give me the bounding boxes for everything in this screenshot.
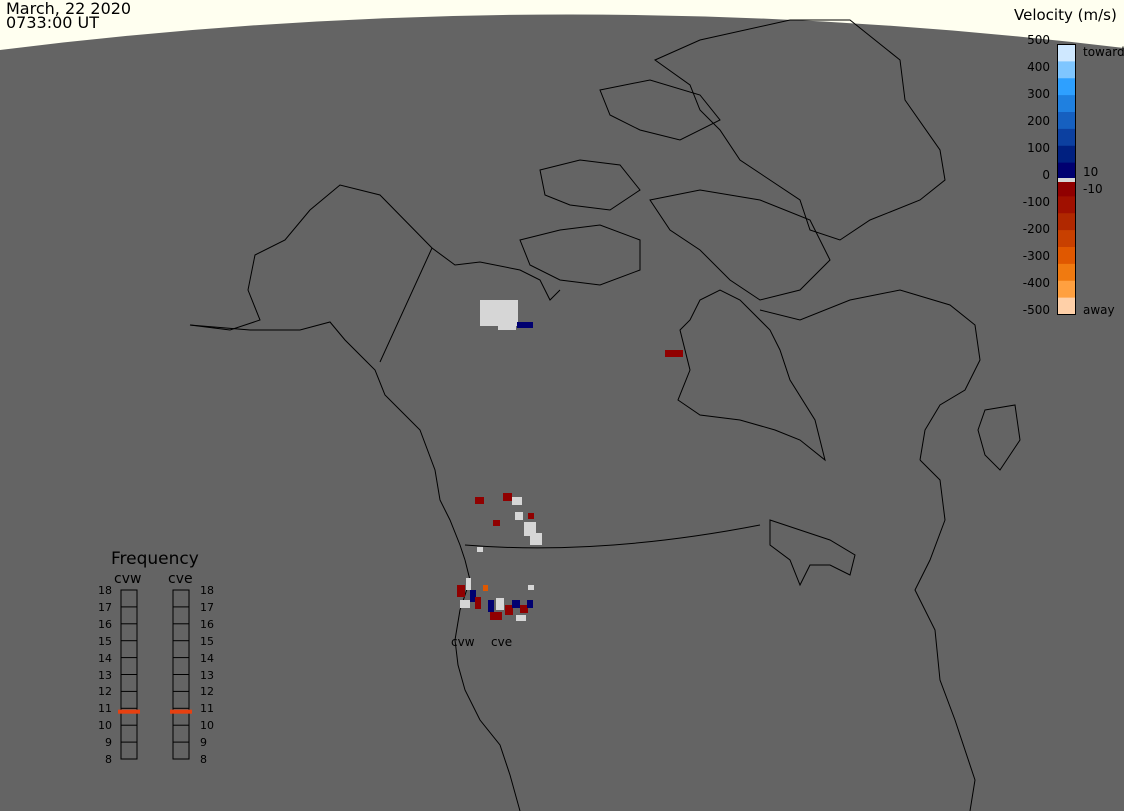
- scatter-cell: [516, 615, 526, 621]
- scatter-cell: [475, 597, 481, 609]
- frequency-tick: 9: [105, 736, 112, 750]
- scatter-cell: [517, 322, 533, 328]
- frequency-tick: 8: [105, 753, 112, 766]
- frequency-tick: 9: [200, 736, 207, 750]
- scatter-cell: [496, 598, 504, 610]
- colorbar-segment: [1057, 95, 1076, 113]
- velocity-tick: -400: [1022, 276, 1050, 290]
- colorbar-segment: [1057, 179, 1076, 197]
- colorbar-segment: [1057, 112, 1076, 130]
- colorbar-segment: [1057, 61, 1076, 79]
- scatter-cell: [527, 600, 533, 608]
- scatter-cell: [490, 612, 502, 620]
- velocity-tick-plus10: 10: [1083, 165, 1099, 179]
- scatter-cell: [515, 512, 523, 520]
- scatter-cell: [665, 350, 683, 357]
- scatter-cell: [520, 605, 528, 613]
- scatter-cell: [480, 300, 518, 326]
- scatter-cell: [528, 513, 534, 519]
- scatter-cell: [457, 585, 465, 597]
- frequency-tick: 18: [98, 584, 112, 597]
- frequency-tick: 17: [98, 600, 112, 614]
- colorbar-zero-band: [1057, 178, 1076, 182]
- scatter-cell: [503, 493, 512, 501]
- scatter-cell: [528, 585, 534, 590]
- colorbar-segment: [1057, 162, 1076, 180]
- frequency-tick: 16: [98, 617, 112, 631]
- scatter-cell: [477, 547, 483, 552]
- colorbar-segment: [1057, 196, 1076, 214]
- colorbar-segment: [1057, 44, 1076, 62]
- colorbar-segment: [1057, 213, 1076, 231]
- scatter-cell: [530, 533, 542, 545]
- frequency-tick: 10: [98, 719, 112, 733]
- velocity-tick: 100: [1027, 141, 1050, 155]
- colorbar-segment: [1057, 230, 1076, 248]
- velocity-tick: -200: [1022, 222, 1050, 236]
- velocity-tick: 0: [1042, 168, 1050, 182]
- frequency-marker: [118, 709, 140, 714]
- velocity-tick: 200: [1027, 114, 1050, 128]
- frequency-tick: 13: [98, 668, 112, 682]
- velocity-tick: 400: [1027, 60, 1050, 74]
- scatter-cell: [493, 520, 500, 526]
- frequency-tick: 12: [200, 685, 214, 699]
- velocity-toward-label: toward: [1083, 45, 1124, 59]
- velocity-colorbar: [1057, 44, 1076, 315]
- frequency-tick: 10: [200, 719, 214, 733]
- frequency-tick: 17: [200, 600, 214, 614]
- velocity-away-label: away: [1083, 303, 1115, 317]
- frequency-tick: 12: [98, 685, 112, 699]
- scatter-cell: [466, 578, 471, 590]
- velocity-tick: -300: [1022, 249, 1050, 263]
- scatter-cell: [512, 600, 520, 608]
- frequency-tick: 8: [200, 753, 207, 766]
- colorbar-segment: [1057, 145, 1076, 164]
- frequency-tick: 14: [200, 651, 214, 665]
- velocity-tick: -100: [1022, 195, 1050, 209]
- frequency-tick: 15: [98, 634, 112, 648]
- velocity-tick-minus10: -10: [1083, 182, 1103, 196]
- frequency-bars: [118, 589, 192, 760]
- frequency-tick: 14: [98, 651, 112, 665]
- colorbar-segment: [1057, 280, 1076, 299]
- colorbar-segment: [1057, 297, 1076, 315]
- scatter-cell: [488, 600, 494, 612]
- site-label-cve: cve: [491, 635, 513, 649]
- colorbar-segment: [1057, 263, 1076, 282]
- frequency-tick: 15: [200, 634, 214, 648]
- scatter-cell: [505, 605, 513, 615]
- scatter-cell: [512, 497, 522, 505]
- scatter-cell: [460, 600, 470, 608]
- velocity-tick: 300: [1027, 87, 1050, 101]
- colorbar-segment: [1057, 78, 1076, 96]
- velocity-scale-title: Velocity (m/s): [1014, 6, 1117, 24]
- frequency-tick: 16: [200, 617, 214, 631]
- frequency-tick: 18: [200, 584, 214, 597]
- frequency-tick: 13: [200, 668, 214, 682]
- scatter-cell: [483, 585, 488, 591]
- frequency-marker: [170, 709, 192, 714]
- colorbar-segment: [1057, 247, 1076, 265]
- velocity-tick: 500: [1027, 33, 1050, 47]
- scatter-cell: [475, 497, 484, 504]
- frequency-tick: 11: [200, 702, 214, 716]
- scatter-cell: [498, 324, 516, 330]
- site-label-cvw: cvw: [451, 635, 475, 649]
- velocity-tick: -500: [1022, 303, 1050, 317]
- frequency-tick: 11: [98, 702, 112, 716]
- colorbar-segment: [1057, 128, 1076, 147]
